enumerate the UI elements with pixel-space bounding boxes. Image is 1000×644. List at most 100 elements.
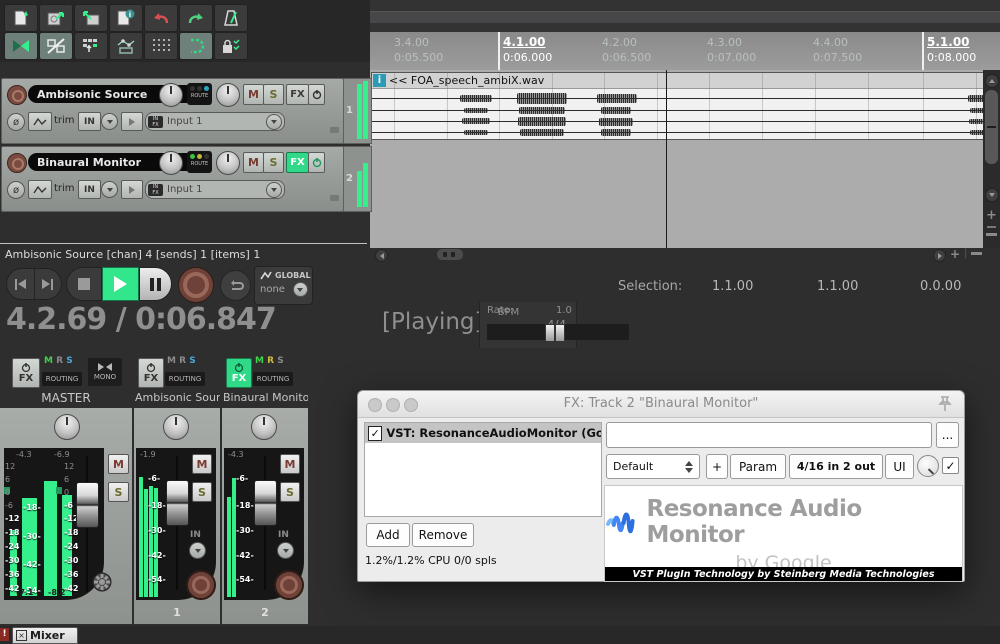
lock-button[interactable] bbox=[214, 32, 248, 60]
pan-knob[interactable] bbox=[216, 151, 240, 175]
track-panel-2[interactable]: Binaural Monitor ROUTE M S FX ø trim IN … bbox=[1, 146, 344, 212]
item-info-icon[interactable]: i bbox=[373, 74, 386, 87]
strip-label[interactable]: Ambisonic Sour bbox=[135, 391, 220, 404]
fx-enabled-checkbox[interactable]: ✓ bbox=[368, 426, 382, 441]
mixer-strip-master[interactable]: FX M R S ROUTING MONO MASTER -4.3 -6.9 bbox=[0, 352, 132, 626]
auto-crossfade-button[interactable] bbox=[4, 32, 38, 60]
new-project-button[interactable] bbox=[4, 4, 38, 32]
snap-button[interactable] bbox=[144, 32, 178, 60]
mixer-strip-1[interactable]: FX M R S ROUTING Ambisonic Sour -1.9 -6-… bbox=[134, 352, 220, 626]
folder-icon[interactable] bbox=[330, 195, 339, 201]
item-grouping-button[interactable] bbox=[39, 32, 73, 60]
scroll-up-button[interactable] bbox=[985, 74, 999, 88]
pin-icon[interactable] bbox=[936, 394, 954, 414]
master-pan-knob[interactable] bbox=[54, 414, 80, 440]
fx-chain-window[interactable]: FX: Track 2 "Binaural Monitor" ✓ VST: Re… bbox=[357, 390, 965, 582]
record-arm-button[interactable] bbox=[274, 570, 304, 600]
rate-slider[interactable] bbox=[487, 324, 629, 340]
master-mono-button[interactable]: MONO bbox=[88, 358, 122, 386]
solo-button[interactable]: S bbox=[280, 482, 300, 502]
master-mute-button[interactable]: M bbox=[108, 454, 129, 474]
phase-button[interactable]: ø bbox=[7, 181, 25, 199]
fx-bypass-button[interactable] bbox=[308, 84, 325, 105]
monitor-button[interactable] bbox=[121, 112, 143, 131]
volume-knob[interactable] bbox=[159, 83, 183, 107]
master-strip-label[interactable]: MASTER bbox=[0, 391, 132, 405]
param-button[interactable]: Param bbox=[730, 454, 786, 479]
fx-button[interactable]: FX bbox=[138, 358, 164, 388]
mute-button[interactable]: M bbox=[192, 454, 212, 474]
input-dropdown[interactable] bbox=[189, 542, 206, 559]
envelope-points-button[interactable] bbox=[109, 32, 143, 60]
fx-list[interactable]: ✓ VST: ResonanceAudioMonitor (Goo bbox=[364, 422, 602, 517]
route-button[interactable]: ROUTE bbox=[187, 151, 212, 173]
fader[interactable] bbox=[166, 480, 189, 526]
timeline-ruler[interactable]: 3.4.00 0:05.500 4.1.00 0:06.000 4.2.00 0… bbox=[370, 32, 1000, 70]
master-solo-button[interactable]: S bbox=[108, 482, 129, 502]
fader[interactable] bbox=[254, 480, 277, 526]
hzoom-out-button[interactable] bbox=[971, 252, 982, 255]
media-item[interactable]: i << FOA_speech_ambiX.wav bbox=[371, 72, 983, 140]
docker-alert-badge[interactable]: ! bbox=[0, 628, 9, 641]
scroll-right-button[interactable] bbox=[933, 249, 946, 262]
record-arm-button[interactable] bbox=[7, 85, 27, 105]
routing-button[interactable]: ROUTING bbox=[165, 372, 205, 386]
pan-knob[interactable] bbox=[216, 83, 240, 107]
repeat-button[interactable] bbox=[220, 270, 251, 301]
play-button[interactable] bbox=[102, 267, 139, 301]
undo-button[interactable] bbox=[144, 4, 178, 32]
scroll-down-button[interactable] bbox=[985, 188, 999, 202]
open-project-button[interactable] bbox=[39, 4, 73, 32]
record-button[interactable] bbox=[178, 267, 214, 303]
envelope-button[interactable] bbox=[28, 180, 52, 199]
add-preset-button[interactable]: + bbox=[706, 454, 728, 479]
rate-slider-handle[interactable] bbox=[545, 324, 555, 342]
master-fx-button[interactable]: FX bbox=[12, 358, 40, 388]
plugin-ui[interactable]: Resonance Audio Monitor by Google VST Pl… bbox=[604, 485, 963, 582]
monitor-button[interactable] bbox=[121, 180, 143, 199]
master-routing-button[interactable]: ROUTING bbox=[42, 372, 82, 386]
mute-button[interactable]: M bbox=[243, 152, 264, 173]
fx-window-titlebar[interactable]: FX: Track 2 "Binaural Monitor" bbox=[358, 391, 964, 418]
arrange-hscrollbar[interactable]: + | bbox=[370, 248, 1000, 262]
pause-button[interactable] bbox=[139, 267, 172, 301]
wet-dry-knob[interactable] bbox=[917, 455, 939, 477]
arrange-vscrollbar[interactable]: + bbox=[983, 70, 1000, 248]
fx-button-active[interactable]: FX bbox=[286, 152, 309, 173]
mixer-strip-2[interactable]: FX M R S ROUTING Binaural Monito -4.3 -6… bbox=[222, 352, 308, 626]
record-arm-button[interactable] bbox=[186, 570, 216, 600]
vscroll-thumb[interactable] bbox=[985, 90, 998, 164]
fx-button[interactable]: FX bbox=[286, 84, 309, 105]
selection-end[interactable]: 1.1.00 bbox=[817, 279, 858, 294]
global-dropdown[interactable] bbox=[293, 282, 308, 297]
routing-button[interactable]: ROUTING bbox=[253, 372, 293, 386]
vzoom-in-button[interactable]: + bbox=[986, 208, 997, 223]
solo-button[interactable]: S bbox=[192, 482, 212, 502]
master-fader[interactable] bbox=[76, 482, 99, 528]
mute-button[interactable]: M bbox=[243, 84, 264, 105]
input-dropdown[interactable] bbox=[101, 181, 118, 198]
metronome-button[interactable] bbox=[214, 4, 248, 32]
global-automation-box[interactable]: GLOBAL none bbox=[254, 266, 313, 305]
go-to-start-button[interactable] bbox=[6, 268, 35, 300]
hzoom-in-button[interactable]: + bbox=[950, 247, 960, 261]
input-dropdown[interactable] bbox=[101, 113, 118, 130]
redo-button[interactable] bbox=[179, 4, 213, 32]
volume-knob[interactable] bbox=[159, 151, 183, 175]
fx-bypass-button[interactable] bbox=[308, 152, 325, 173]
fx-active-checkbox[interactable]: ✓ bbox=[942, 457, 959, 474]
solo-button[interactable]: S bbox=[263, 152, 284, 173]
io-button[interactable]: 4/16 in 2 out bbox=[789, 454, 883, 479]
arrange-view[interactable]: i << FOA_speech_ambiX.wav bbox=[370, 70, 983, 248]
rate-value[interactable]: 1.0 bbox=[556, 305, 572, 316]
vzoom-out-button[interactable] bbox=[986, 233, 997, 236]
pan-knob[interactable] bbox=[163, 414, 189, 440]
loop-button[interactable] bbox=[179, 32, 213, 60]
ripple-edit-button[interactable] bbox=[74, 32, 108, 60]
remove-fx-button[interactable]: Remove bbox=[412, 523, 474, 547]
master-settings-gear[interactable] bbox=[90, 570, 114, 594]
mute-button[interactable]: M bbox=[280, 454, 300, 474]
folder-icon[interactable] bbox=[330, 127, 339, 133]
preset-select[interactable]: Default bbox=[606, 454, 700, 479]
phase-button[interactable]: ø bbox=[7, 113, 25, 131]
